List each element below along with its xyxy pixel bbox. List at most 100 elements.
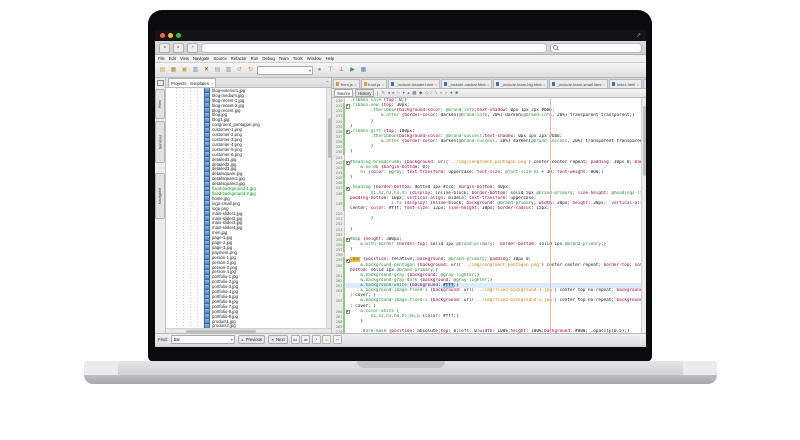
address-bar[interactable]: [201, 43, 547, 53]
ide-window: ↗ ◂ ▸ + File Edit View Navigate Source Refact…: [155, 30, 646, 347]
menu-item-window[interactable]: Window: [307, 55, 322, 62]
menu-item-run[interactable]: Run: [251, 55, 259, 62]
profile-project-icon[interactable]: ▦: [359, 66, 368, 75]
find-previous-button[interactable]: ▲ Previous: [238, 335, 265, 344]
new-project-icon[interactable]: ▦: [169, 66, 178, 75]
editor-tab[interactable]: index.html×: [609, 79, 642, 88]
last-edited-icon[interactable]: ✎: [381, 90, 385, 96]
editor-tab[interactable]: _include-navbar.html×: [441, 79, 492, 88]
clean-build-project-icon[interactable]: ⊥: [337, 66, 346, 75]
close-panel-icon[interactable]: ×: [211, 81, 213, 86]
menu-item-source[interactable]: Source: [214, 55, 227, 62]
close-tab-icon[interactable]: ×: [637, 82, 639, 87]
menu-item-tools[interactable]: Tools: [293, 55, 303, 62]
find-query-combobox[interactable]: bar: [171, 335, 235, 344]
undo-icon[interactable]: ↺: [235, 66, 244, 75]
back-icon[interactable]: ◂: [388, 90, 390, 96]
editor-tab[interactable]: _include-header.html×: [388, 79, 440, 88]
editor-tab[interactable]: front.js×: [361, 79, 388, 88]
save-all-icon[interactable]: ▥: [191, 66, 200, 75]
run-settings-icon[interactable]: ●: [315, 66, 324, 75]
new-file-icon[interactable]: ▤: [158, 66, 167, 75]
file-tree[interactable]: blog-exterior1.jpgblog-medium.jpgblog-re…: [166, 88, 326, 328]
cut-icon[interactable]: ✕: [202, 66, 211, 75]
close-tab-icon[interactable]: ×: [434, 82, 436, 87]
minimize-button[interactable]: [168, 33, 173, 38]
highlight-results-toggle[interactable]: ab: [322, 335, 331, 344]
laptop-base-edge: [84, 375, 717, 384]
editor-tab[interactable]: style.less×: [643, 79, 646, 88]
editor-tab[interactable]: _include-team-small.html×: [549, 79, 608, 88]
toggle-highlight-search-icon[interactable]: ▩: [412, 90, 416, 96]
menu-item-view[interactable]: View: [180, 55, 189, 62]
comment-icon[interactable]: ∕: [431, 90, 432, 96]
menu-item-refactor[interactable]: Refactor: [231, 55, 247, 62]
close-tab-icon[interactable]: ×: [382, 82, 384, 87]
arrow-down-icon: ▼: [271, 338, 274, 342]
copy-icon[interactable]: ▤: [213, 66, 222, 75]
shift-line-left-icon[interactable]: «: [440, 90, 443, 96]
editor-tab[interactable]: _include-team-big.html×: [493, 79, 548, 88]
resize-icon[interactable]: ↗: [636, 33, 641, 39]
zoom-button[interactable]: [176, 33, 181, 38]
match-case-toggle[interactable]: Aa: [291, 335, 300, 344]
start-macro-recording-icon[interactable]: ●: [450, 90, 453, 96]
projects-tab[interactable]: Projects - templates ×: [168, 78, 216, 87]
editor-vertical-scrollbar[interactable]: [641, 98, 646, 333]
find-previous-occurrence-icon[interactable]: ▴: [407, 90, 409, 96]
find-next-occurrence-icon[interactable]: ▾: [403, 90, 405, 96]
restore-window-icon[interactable]: [157, 80, 164, 86]
paste-icon[interactable]: ▥: [224, 66, 233, 75]
history-view-button[interactable]: History: [355, 89, 374, 97]
minimize-panel-button[interactable]: −: [326, 80, 329, 85]
wrap-around-toggle[interactable]: ↩: [333, 335, 342, 344]
close-tab-icon[interactable]: ×: [543, 82, 545, 87]
menu-item-navigate[interactable]: Navigate: [193, 55, 210, 62]
editor-tab[interactable]: front.js×: [333, 79, 360, 88]
close-tab-icon[interactable]: ×: [487, 82, 489, 87]
uncomment-icon[interactable]: ∖: [434, 90, 437, 96]
close-tab-icon[interactable]: ×: [354, 82, 356, 87]
forward-icon[interactable]: ▸: [392, 90, 394, 96]
regular-expression-toggle[interactable]: .*: [312, 335, 321, 344]
source-view-button[interactable]: Source: [334, 89, 353, 97]
file-type-icon: [364, 82, 367, 86]
scrollbar-thumb[interactable]: [643, 106, 646, 176]
laptop-notch: [357, 361, 445, 368]
menu-item-file[interactable]: File: [158, 55, 165, 62]
find-selection-icon[interactable]: ○: [397, 90, 400, 96]
menu-item-edit[interactable]: Edit: [169, 55, 176, 62]
forward-button[interactable]: ▸: [173, 43, 184, 53]
next-bookmark-icon[interactable]: ◇: [425, 90, 429, 96]
run-project-icon[interactable]: ▶: [348, 66, 357, 75]
tree-vertical-scrollbar[interactable]: [326, 88, 331, 328]
sidebar-tab-navigator[interactable]: Navigator: [155, 173, 165, 219]
sidebar-tab-services[interactable]: Services: [155, 121, 165, 163]
sidebar-tab-files[interactable]: Files: [155, 89, 165, 119]
editor-tab-label: _include-team-big.html: [501, 82, 541, 87]
new-tab-button[interactable]: +: [187, 43, 198, 53]
menu-item-team[interactable]: Team: [279, 55, 289, 62]
search-input[interactable]: [560, 44, 639, 51]
file-type-icon: [444, 82, 447, 86]
code-editor[interactable]: 230.ribbon.sale {top: 0;}231.ribbon.new …: [332, 98, 641, 333]
scrollbar-thumb[interactable]: [186, 330, 256, 333]
close-button[interactable]: [160, 33, 165, 38]
stop-macro-recording-icon[interactable]: ■: [455, 90, 458, 96]
menu-item-help[interactable]: Help: [326, 55, 335, 62]
tree-horizontal-scrollbar[interactable]: [166, 328, 331, 333]
project-config-combobox[interactable]: [257, 66, 313, 75]
search-field[interactable]: [550, 43, 642, 53]
open-project-icon[interactable]: ▣: [180, 66, 189, 75]
scrollbar-thumb[interactable]: [328, 118, 331, 158]
projects-tab-label: Projects - templates: [171, 81, 209, 86]
back-button[interactable]: ◂: [159, 43, 170, 53]
previous-bookmark-icon[interactable]: ◆: [419, 90, 423, 96]
close-tab-icon[interactable]: ×: [603, 82, 605, 87]
find-next-button[interactable]: ▼ Next: [268, 335, 288, 344]
redo-icon[interactable]: ↻: [246, 66, 255, 75]
whole-words-toggle[interactable]: ab: [301, 335, 310, 344]
build-project-icon[interactable]: ⊤: [326, 66, 335, 75]
shift-line-right-icon[interactable]: »: [445, 90, 448, 96]
menu-item-debug[interactable]: Debug: [262, 55, 274, 62]
